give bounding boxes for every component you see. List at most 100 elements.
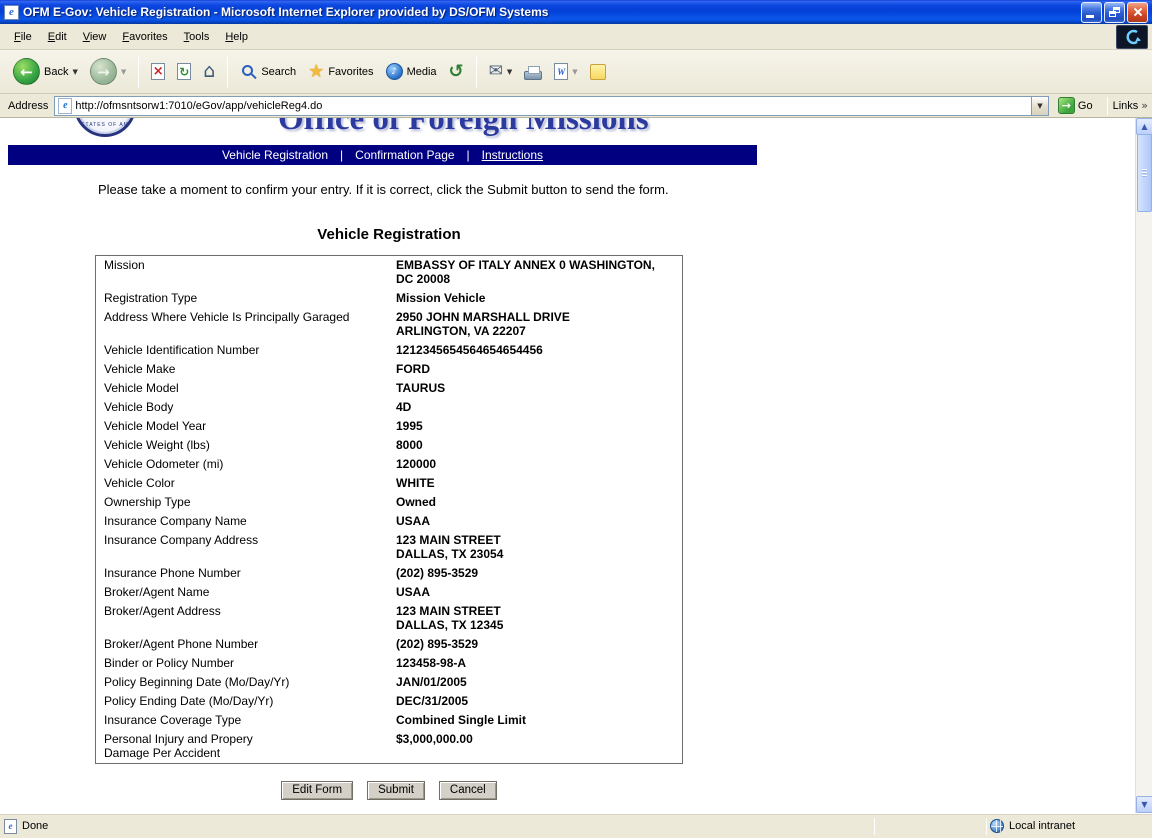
search-button[interactable]: Search [235,60,301,83]
scroll-up-button[interactable]: ▲ [1136,118,1152,135]
address-input[interactable] [75,98,1031,114]
submit-button[interactable]: Submit [367,781,425,800]
nav-instructions-link[interactable]: Instructions [482,148,543,162]
menu-help[interactable]: Help [217,26,256,48]
stop-icon: × [151,63,165,80]
restore-button[interactable] [1104,2,1125,23]
toolbar-separator [138,56,139,88]
edit-button[interactable]: W ▼ [549,60,582,83]
print-icon [524,71,542,80]
browser-window: e OFM E-Gov: Vehicle Registration - Micr… [0,0,1152,838]
print-button[interactable] [519,61,547,83]
mail-button[interactable]: ✉ ▼ [484,60,518,83]
table-row: Broker/Agent Name USAA [96,583,682,602]
field-value: USAA [388,583,682,602]
page-content: STATES OF AM Office of Foreign Missions … [0,118,1135,813]
field-label: Insurance Phone Number [96,564,388,583]
field-value: USAA [388,512,682,531]
nav-separator: | [467,148,470,162]
forward-dropdown-icon[interactable]: ▼ [121,68,126,76]
menu-edit[interactable]: Edit [40,26,75,48]
toolbar-separator [476,56,477,88]
history-button[interactable]: ↺ [444,60,469,84]
vertical-scrollbar[interactable]: ▲ ▼ [1135,118,1152,813]
status-divider [874,818,875,835]
menu-tools[interactable]: Tools [176,26,218,48]
field-value: 8000 [388,436,682,455]
confirmation-instructions: Please take a moment to confirm your ent… [98,182,669,197]
status-empty-panel [878,817,983,836]
menu-view[interactable]: View [75,26,115,48]
close-button[interactable] [1127,2,1148,23]
table-row: Vehicle Model Year 1995 [96,417,682,436]
favorites-button[interactable]: ★ Favorites [303,60,378,84]
table-row: Vehicle Body 4D [96,398,682,417]
mail-dropdown-icon[interactable]: ▼ [507,68,512,76]
table-row: Insurance Company Name USAA [96,512,682,531]
edit-dropdown-icon: ▼ [572,68,577,76]
table-row: Personal Injury and Propery Damage Per A… [96,730,682,763]
address-bar: Address e ▼ → Go Links » [0,94,1152,118]
restore-icon [1109,7,1120,17]
field-value: 2950 JOHN MARSHALL DRIVE ARLINGTON, VA 2… [388,308,682,341]
links-chevron-icon[interactable]: » [1141,99,1148,112]
table-row: Broker/Agent Address 123 MAIN STREET DAL… [96,602,682,635]
cancel-button[interactable]: Cancel [439,781,497,800]
home-button[interactable]: ⌂ [198,59,220,84]
field-value: 1212345654564654654456 [388,341,682,360]
field-value: 4D [388,398,682,417]
intranet-zone-icon [990,819,1004,833]
table-row: Mission EMBASSY OF ITALY ANNEX 0 WASHING… [96,256,682,289]
back-button[interactable]: ← Back ▼ [8,55,83,88]
media-icon: ♪ [386,63,403,80]
field-value: 123458-98-A [388,654,682,673]
table-row: Policy Beginning Date (Mo/Day/Yr) JAN/01… [96,673,682,692]
minimize-icon [1086,15,1094,18]
table-row: Insurance Phone Number (202) 895-3529 [96,564,682,583]
address-combo: e ▼ [54,96,1049,116]
title-bar: e OFM E-Gov: Vehicle Registration - Micr… [0,0,1152,24]
media-button[interactable]: ♪ Media [381,60,442,83]
window-title: OFM E-Gov: Vehicle Registration - Micros… [23,5,1081,19]
field-value: (202) 895-3529 [388,564,682,583]
home-icon: ⌂ [203,62,215,81]
field-label: Broker/Agent Name [96,583,388,602]
field-label: Policy Ending Date (Mo/Day/Yr) [96,692,388,711]
status-page-icon: e [4,819,17,834]
field-value: Mission Vehicle [388,289,682,308]
status-bar: e Done Local intranet [0,813,1152,838]
scrollbar-thumb[interactable] [1137,134,1152,212]
site-title: Office of Foreign Missions [278,118,649,137]
field-value: 123 MAIN STREET DALLAS, TX 23054 [388,531,682,564]
field-label: Vehicle Identification Number [96,341,388,360]
back-dropdown-icon[interactable]: ▼ [72,68,77,76]
notes-icon [590,64,606,80]
chevron-down-icon: ▼ [1037,102,1042,110]
back-icon: ← [13,58,40,85]
table-row: Vehicle Odometer (mi) 120000 [96,455,682,474]
address-dropdown-button[interactable]: ▼ [1031,97,1048,115]
forward-button[interactable]: → ▼ [85,55,131,88]
field-value: FORD [388,360,682,379]
links-label[interactable]: Links [1113,100,1139,112]
go-button[interactable]: → Go [1055,96,1096,115]
nav-vehicle-registration: Vehicle Registration [222,148,328,162]
minimize-button[interactable] [1081,2,1102,23]
refresh-button[interactable]: ↻ [172,60,196,83]
go-label: Go [1078,100,1093,112]
field-label: Registration Type [96,289,388,308]
stop-button[interactable]: × [146,60,170,83]
field-value: 1995 [388,417,682,436]
field-label: Personal Injury and Propery Damage Per A… [96,730,388,763]
scroll-down-button[interactable]: ▼ [1136,796,1152,813]
discuss-button[interactable] [585,61,611,83]
field-label: Address Where Vehicle Is Principally Gar… [96,308,388,341]
menu-favorites[interactable]: Favorites [114,26,175,48]
field-label: Vehicle Model [96,379,388,398]
nav-separator: | [340,148,343,162]
menu-file[interactable]: File [6,26,40,48]
field-value: Combined Single Limit [388,711,682,730]
field-label: Vehicle Odometer (mi) [96,455,388,474]
edit-form-button[interactable]: Edit Form [281,781,353,800]
browser-viewport: STATES OF AM Office of Foreign Missions … [0,118,1152,813]
